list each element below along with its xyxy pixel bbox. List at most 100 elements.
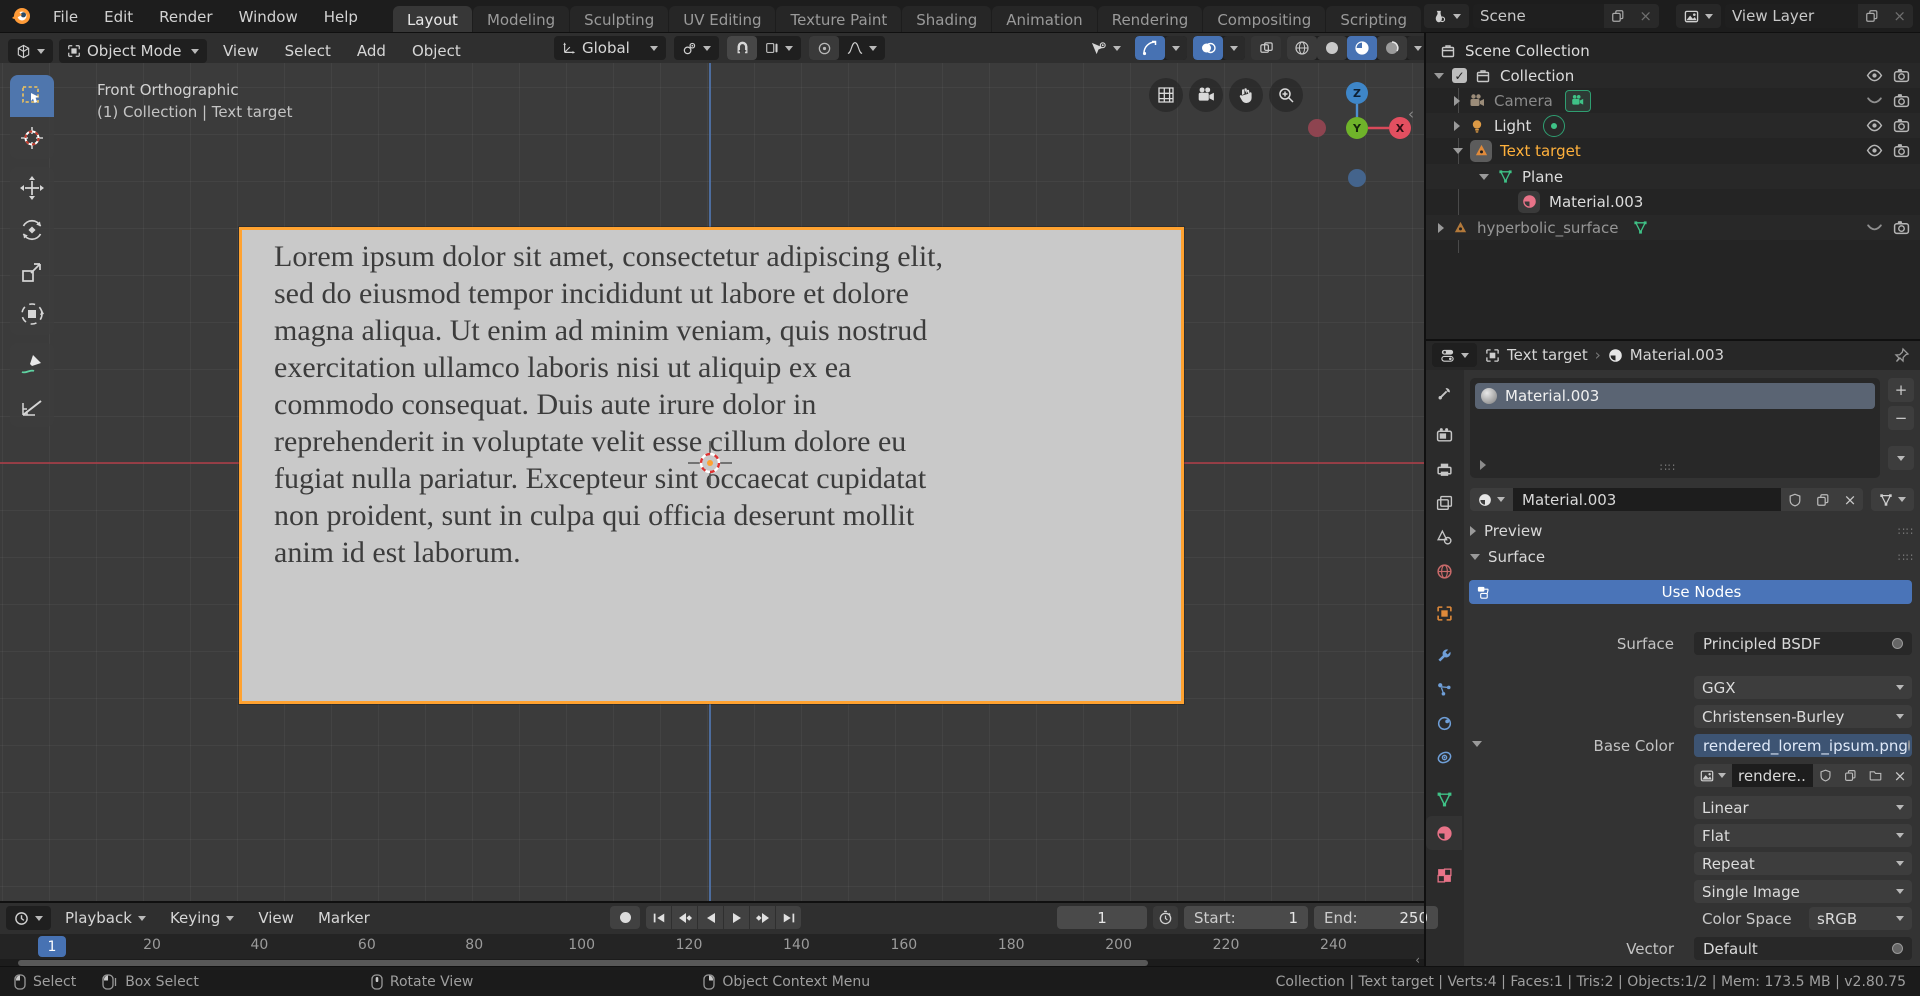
tab-view-layer[interactable]	[1426, 486, 1462, 520]
slot-list-expand[interactable]	[1480, 460, 1486, 470]
tool-measure[interactable]	[10, 385, 54, 427]
prev-keyframe-button[interactable]	[672, 906, 697, 929]
tab-texture-paint[interactable]: Texture Paint	[776, 6, 901, 33]
menu-marker[interactable]: Marker	[308, 906, 380, 930]
open-image-button[interactable]	[1863, 764, 1888, 787]
tab-modeling[interactable]: Modeling	[473, 6, 569, 33]
hidden-eye-closed-icon[interactable]	[1866, 92, 1883, 109]
snap-to-dropdown[interactable]	[757, 36, 801, 60]
tab-uv-editing[interactable]: UV Editing	[669, 6, 775, 33]
tab-constraints[interactable]	[1426, 740, 1462, 774]
slot-list-grip[interactable]: ∷∷	[1660, 461, 1676, 474]
interpolation-dropdown[interactable]: Linear	[1694, 796, 1912, 819]
shading-wireframe-button[interactable]	[1287, 36, 1317, 60]
disable-render-camera-icon[interactable]	[1893, 219, 1910, 236]
panel-grip[interactable]: ∷∷	[1898, 525, 1914, 538]
image-fake-user-button[interactable]	[1813, 764, 1838, 787]
menu-keying[interactable]: Keying	[160, 906, 244, 930]
camera-view-button[interactable]	[1189, 78, 1223, 112]
outliner-row-text-target[interactable]: Text target	[1426, 138, 1920, 163]
plane-expand-toggle[interactable]	[1479, 174, 1489, 180]
tool-scale[interactable]	[10, 251, 54, 293]
material-name-field[interactable]: Material.003	[1513, 488, 1781, 511]
menu-help[interactable]: Help	[311, 0, 371, 33]
shading-material-preview-button[interactable]	[1347, 36, 1377, 60]
fake-user-button[interactable]	[1781, 488, 1809, 511]
show-overlays-toggle[interactable]	[1193, 36, 1223, 60]
xray-toggle[interactable]	[1251, 36, 1281, 60]
mode-dropdown[interactable]: Object Mode	[59, 39, 207, 63]
scene-copy-button[interactable]	[1604, 4, 1632, 28]
preview-panel-header[interactable]: Preview ∷∷	[1470, 522, 1914, 540]
menu-view[interactable]: View	[213, 36, 269, 66]
viewport-editor-type-button[interactable]	[8, 39, 53, 63]
gizmo-dropdown[interactable]	[1165, 36, 1187, 60]
snap-toggle[interactable]	[727, 36, 757, 60]
tab-render[interactable]	[1426, 418, 1462, 452]
tab-texture[interactable]	[1426, 858, 1462, 892]
material-slot-item[interactable]: Material.003	[1475, 383, 1875, 409]
light-expand-toggle[interactable]	[1454, 121, 1460, 131]
play-reverse-button[interactable]	[698, 906, 723, 929]
tab-scripting[interactable]: Scripting	[1326, 6, 1421, 33]
scene-unlink-button[interactable]: ×	[1632, 4, 1659, 28]
menu-add[interactable]: Add	[347, 36, 396, 66]
divider[interactable]	[1426, 339, 1920, 341]
gizmo-axis-z[interactable]: Z	[1346, 82, 1368, 104]
link-material-dropdown[interactable]	[1871, 488, 1914, 511]
tab-object-data[interactable]	[1426, 782, 1462, 816]
object-visibility-dropdown[interactable]	[1082, 36, 1129, 60]
view-layer-copy-button[interactable]	[1858, 4, 1886, 28]
ortho-grid-button[interactable]	[1149, 78, 1183, 112]
menu-window[interactable]: Window	[226, 0, 311, 33]
timeline-editor-type-button[interactable]	[6, 906, 51, 930]
timeline-corner-chevron[interactable]: ‹	[1415, 953, 1420, 967]
navigation-gizmo[interactable]: Z Y X	[1300, 73, 1420, 203]
tool-transform[interactable]	[10, 293, 54, 335]
tab-world[interactable]	[1426, 554, 1462, 588]
tool-annotate[interactable]	[10, 343, 54, 385]
sidebar-collapse-chevron[interactable]: ‹	[1408, 105, 1414, 123]
transform-orientation-dropdown[interactable]: Global	[554, 36, 666, 60]
tab-compositing[interactable]: Compositing	[1203, 6, 1325, 33]
tab-object[interactable]	[1426, 596, 1462, 630]
copy-material-button[interactable]	[1809, 488, 1837, 511]
gizmo-axis-z-neg[interactable]	[1348, 169, 1366, 187]
outliner-row-hyperbolic-surface[interactable]: hyperbolic_surface	[1426, 215, 1920, 240]
timeline-ruler[interactable]: 1 20406080100120140160180200220240	[0, 934, 1424, 959]
hide-viewport-eye-icon[interactable]	[1866, 142, 1883, 159]
record-button[interactable]	[610, 906, 640, 929]
hide-viewport-eye-icon[interactable]	[1866, 117, 1883, 134]
tab-particles[interactable]	[1426, 672, 1462, 706]
end-frame-field[interactable]: End:250	[1314, 906, 1438, 929]
disable-render-camera-icon[interactable]	[1893, 117, 1910, 134]
browse-image-button[interactable]	[1694, 764, 1732, 787]
menu-select[interactable]: Select	[275, 36, 341, 66]
proportional-editing-toggle[interactable]	[809, 36, 839, 60]
disable-render-camera-icon[interactable]	[1893, 67, 1910, 84]
tab-shading[interactable]: Shading	[902, 6, 991, 33]
tab-sculpting[interactable]: Sculpting	[570, 6, 668, 33]
play-button[interactable]	[724, 906, 749, 929]
pivot-point-dropdown[interactable]	[674, 36, 719, 60]
scene-name-field[interactable]: Scene ×	[1473, 4, 1659, 28]
hyperbolic-expand-toggle[interactable]	[1438, 223, 1444, 233]
tab-output[interactable]	[1426, 452, 1462, 486]
outliner-row-camera[interactable]: Camera	[1426, 88, 1920, 113]
tool-move[interactable]	[10, 167, 54, 209]
image-name-field[interactable]: rendere..	[1732, 764, 1813, 787]
menu-timeline-view[interactable]: View	[248, 906, 304, 930]
collection-checkbox[interactable]: ✓	[1452, 68, 1467, 83]
overlays-dropdown[interactable]	[1223, 36, 1245, 60]
menu-render[interactable]: Render	[146, 0, 225, 33]
playhead[interactable]: 1	[38, 936, 66, 957]
view-layer-remove-button[interactable]: ×	[1886, 4, 1913, 28]
shading-solid-button[interactable]	[1317, 36, 1347, 60]
distribution-dropdown[interactable]: GGX	[1694, 676, 1912, 699]
disable-render-camera-icon[interactable]	[1893, 92, 1910, 109]
material-specials-dropdown[interactable]	[1888, 446, 1914, 470]
pin-icon[interactable]	[1894, 347, 1910, 363]
menu-playback[interactable]: Playback	[55, 906, 156, 930]
projection-dropdown[interactable]: Flat	[1694, 824, 1912, 847]
outliner-row-material[interactable]: Material.003	[1426, 189, 1920, 214]
